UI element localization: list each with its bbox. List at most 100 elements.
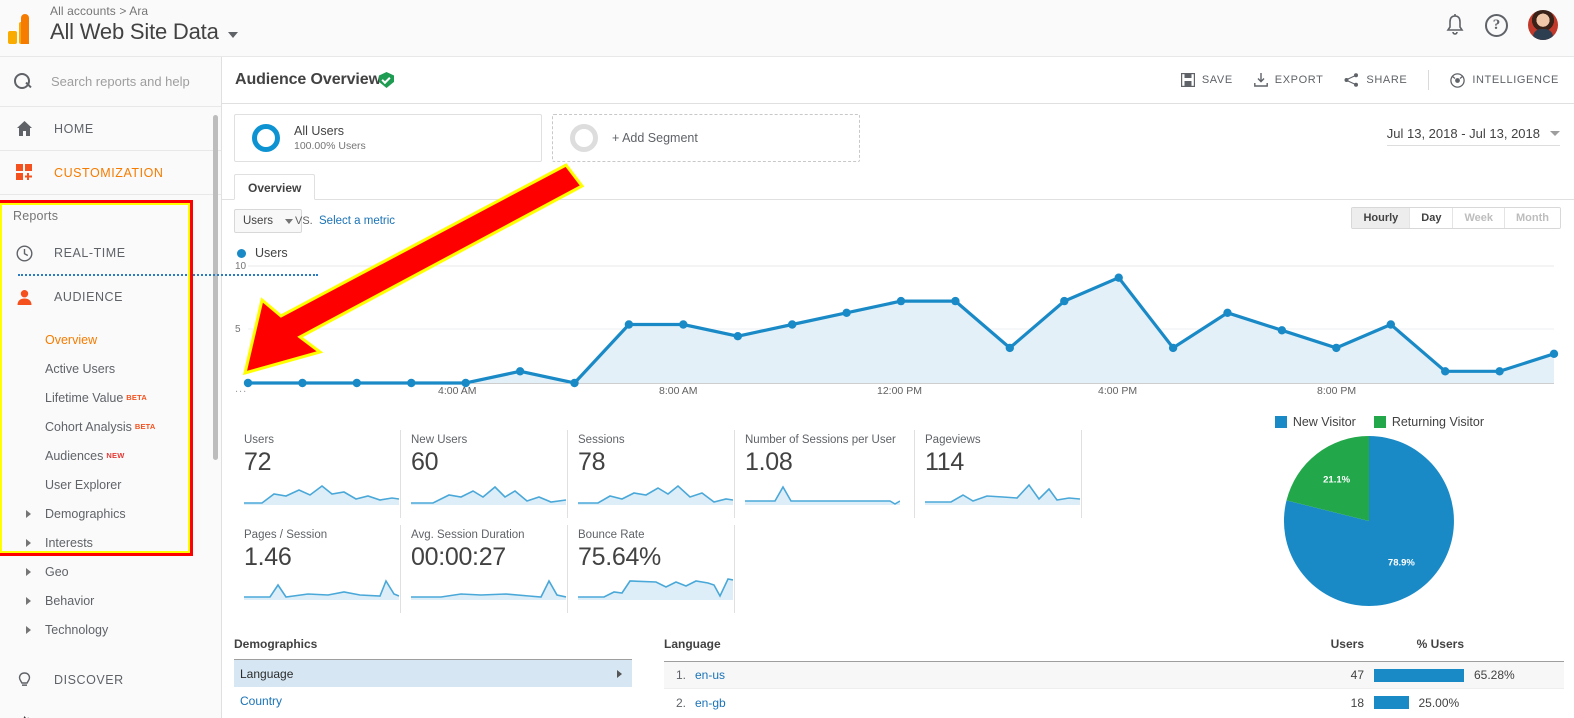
sidebar-item-overview[interactable]: Overview bbox=[0, 325, 221, 354]
table-row[interactable]: 1. en-us 47 65.28% bbox=[664, 662, 1564, 689]
account-selector[interactable]: All accounts > Ara All Web Site Data bbox=[50, 4, 238, 45]
segment-bar: All Users 100.00% Users + Add Segment Ju… bbox=[222, 104, 1574, 174]
metric-card-bounce-rate[interactable]: Bounce Rate 75.64% bbox=[568, 525, 735, 613]
sidebar-item-discover[interactable]: DISCOVER bbox=[0, 658, 221, 702]
granularity-month[interactable]: Month bbox=[1505, 208, 1560, 228]
intelligence-button[interactable]: INTELLIGENCE bbox=[1450, 72, 1559, 88]
chevron-right-icon bbox=[617, 669, 622, 678]
bulb-icon bbox=[13, 671, 35, 689]
row-pct: 25.00% bbox=[1418, 695, 1460, 710]
sidebar-item-user-explorer[interactable]: User Explorer bbox=[0, 470, 221, 499]
sidebar-subitem-label: Behavior bbox=[45, 593, 95, 608]
sidebar-item-home[interactable]: HOME bbox=[0, 107, 221, 151]
metric-label: Avg. Session Duration bbox=[411, 529, 525, 541]
granularity-hourly[interactable]: Hourly bbox=[1352, 208, 1411, 228]
sidebar-item-interests[interactable]: Interests bbox=[0, 528, 221, 557]
line-chart-svg bbox=[243, 265, 1559, 388]
demographics-row-country[interactable]: Country bbox=[234, 687, 632, 714]
sidebar-subitem-label: Technology bbox=[45, 622, 109, 637]
sidebar-item-behavior[interactable]: Behavior bbox=[0, 586, 221, 615]
audience-submenu: Overview Active Users Lifetime Value BET… bbox=[0, 319, 221, 644]
add-segment-button[interactable]: + Add Segment bbox=[552, 114, 860, 162]
main-content: Audience Overview SAVE EXPORT SHARE INTE… bbox=[222, 57, 1574, 718]
metric-card-pageviews[interactable]: Pageviews 114 bbox=[915, 430, 1082, 518]
sidebar-subitem-label: Demographics bbox=[45, 506, 126, 521]
x-tick-label: 8:00 PM bbox=[1317, 385, 1357, 397]
help-icon[interactable]: ? bbox=[1485, 13, 1508, 37]
sidebar-subitem-label: Audiences bbox=[45, 448, 104, 463]
metric-card-new-users[interactable]: New Users 60 bbox=[401, 430, 568, 518]
export-button[interactable]: EXPORT bbox=[1253, 73, 1324, 87]
granularity-week[interactable]: Week bbox=[1453, 208, 1506, 228]
sidebar-item-real-time[interactable]: REAL-TIME bbox=[0, 231, 221, 275]
export-icon bbox=[1253, 73, 1268, 87]
granularity-day[interactable]: Day bbox=[1410, 208, 1454, 228]
sidebar-item-label: CUSTOMIZATION bbox=[54, 165, 164, 180]
tab-overview[interactable]: Overview bbox=[234, 174, 316, 200]
sidebar-item-label: DISCOVER bbox=[54, 673, 124, 687]
search-icon bbox=[13, 72, 32, 91]
pct-bar bbox=[1374, 696, 1409, 709]
chevron-down-icon[interactable] bbox=[227, 32, 238, 38]
bell-icon[interactable] bbox=[1445, 14, 1465, 36]
language-link[interactable]: en-gb bbox=[695, 696, 726, 710]
sidebar-item-audiences[interactable]: Audiences NEW bbox=[0, 441, 221, 470]
sidebar-item-customization[interactable]: CUSTOMIZATION bbox=[0, 151, 221, 195]
sparkline bbox=[578, 578, 734, 600]
sidebar-item-geo[interactable]: Geo bbox=[0, 557, 221, 586]
metric-card-sessions[interactable]: Sessions 78 bbox=[568, 430, 735, 518]
metric-card-pages-per-session[interactable]: Pages / Session 1.46 bbox=[234, 525, 401, 613]
top-icon-group: ? bbox=[1445, 10, 1558, 40]
row-index: 2. bbox=[675, 695, 686, 710]
metric-value: 75.64% bbox=[578, 543, 661, 571]
header-actions: SAVE EXPORT SHARE INTELLIGENCE bbox=[1180, 70, 1559, 90]
sidebar-scrollbar[interactable] bbox=[213, 115, 218, 460]
chevron-down-icon bbox=[285, 218, 294, 224]
sidebar-item-cohort-analysis[interactable]: Cohort Analysis BETA bbox=[0, 412, 221, 441]
language-link[interactable]: en-us bbox=[695, 668, 725, 682]
x-tick-label: 8:00 AM bbox=[659, 385, 698, 397]
sidebar-item-technology[interactable]: Technology bbox=[0, 615, 221, 644]
share-button[interactable]: SHARE bbox=[1344, 73, 1407, 87]
save-button[interactable]: SAVE bbox=[1180, 73, 1233, 87]
legend-swatch-icon bbox=[1373, 416, 1386, 428]
save-label: SAVE bbox=[1201, 74, 1233, 86]
segment-title: All Users bbox=[294, 124, 345, 138]
sparkline bbox=[411, 579, 567, 600]
demographics-row-language[interactable]: Language bbox=[234, 660, 632, 687]
pct-bar-wrap: 25.00% bbox=[1374, 696, 1529, 710]
metric-card-avg-session-duration[interactable]: Avg. Session Duration 00:00:27 bbox=[401, 525, 568, 613]
sidebar-item-active-users[interactable]: Active Users bbox=[0, 354, 221, 383]
sparkline bbox=[411, 485, 567, 505]
avatar[interactable] bbox=[1528, 10, 1558, 40]
legend-label: New Visitor bbox=[1292, 415, 1356, 429]
select-a-metric-link[interactable]: Select a metric bbox=[319, 215, 395, 227]
metric-card-users[interactable]: Users 72 bbox=[234, 430, 401, 518]
add-segment-label: + Add Segment bbox=[612, 131, 698, 145]
metric-card-sessions-per-user[interactable]: Number of Sessions per User 1.08 bbox=[735, 430, 915, 518]
date-range-picker[interactable]: Jul 13, 2018 - Jul 13, 2018 bbox=[1386, 126, 1560, 146]
sidebar-subitem-label: Geo bbox=[45, 564, 69, 579]
sidebar-item-audience[interactable]: AUDIENCE bbox=[0, 275, 221, 319]
tab-strip: Overview bbox=[222, 174, 1574, 200]
sidebar-item-demographics[interactable]: Demographics bbox=[0, 499, 221, 528]
sparkline bbox=[925, 483, 1081, 505]
svg-text:78.9%: 78.9% bbox=[1388, 558, 1415, 569]
sidebar-item-admin[interactable]: ADMIN bbox=[0, 702, 221, 718]
metric-select[interactable]: Users bbox=[234, 209, 303, 233]
new-badge: NEW bbox=[106, 451, 125, 460]
metric-label: Pages / Session bbox=[244, 529, 328, 541]
users-col-header: Users bbox=[1330, 637, 1364, 651]
segment-all-users[interactable]: All Users 100.00% Users bbox=[234, 114, 542, 162]
table-row[interactable]: 2. en-gb 18 25.00% bbox=[664, 689, 1564, 716]
row-pct: 65.28% bbox=[1474, 668, 1515, 682]
sidebar-item-lifetime-value[interactable]: Lifetime Value BETA bbox=[0, 383, 221, 412]
divider bbox=[1428, 70, 1430, 90]
clock-icon bbox=[13, 244, 35, 262]
svg-text:21.1%: 21.1% bbox=[1323, 475, 1350, 486]
search-input[interactable]: Search reports and help bbox=[0, 57, 221, 107]
intelligence-icon bbox=[1450, 72, 1466, 88]
metric-label: Sessions bbox=[578, 434, 625, 446]
sidebar-subitem-label: Overview bbox=[45, 332, 98, 347]
share-label: SHARE bbox=[1366, 74, 1408, 86]
